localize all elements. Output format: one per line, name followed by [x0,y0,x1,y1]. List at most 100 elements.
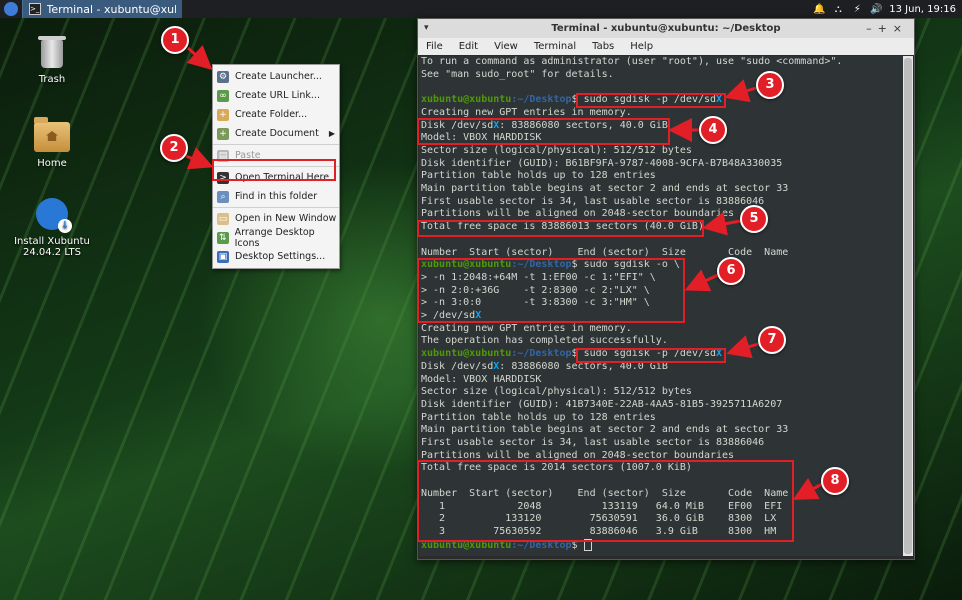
window-controls: –+× [866,19,908,38]
prompt-user: xubuntu@xubuntu [421,348,512,360]
clock[interactable]: 13 Jun, 19:16 [889,4,956,15]
minimize-icon[interactable]: – [866,22,878,35]
highlight-open-terminal [212,159,336,181]
highlight-result-table [417,460,794,542]
maximize-icon[interactable]: + [878,22,893,35]
output-line: Sector size (logical/physical): 512/512 … [421,386,692,398]
home-folder-icon [34,117,70,152]
desktop-icon-trash[interactable]: Trash [12,36,92,85]
arrange-icon: ⇅ [217,231,229,244]
prompt-user: xubuntu@xubuntu [421,94,512,106]
menu-item-label: Desktop Settings... [235,251,326,262]
output-line: Partition table holds up to 128 entries [421,411,656,423]
menu-item-label: Create Document [235,128,319,139]
terminal-titlebar[interactable]: ▾ Terminal - xubuntu@xubuntu: ~/Desktop … [418,19,914,38]
menu-help[interactable]: Help [622,41,661,52]
notification-bell-icon[interactable]: 🔔 [813,3,825,15]
annotation-badge-1: 1 [161,26,189,54]
taskbar-terminal-label: Terminal - xubuntu@xubunt... [46,2,176,16]
folder-icon: + [217,108,229,121]
trash-icon [38,36,66,68]
output-line: Main partition table begins at sector 2 … [421,424,789,436]
desktop-icon-home[interactable]: Home [12,117,92,169]
output-text: Disk /dev/sd [421,360,494,372]
output-line: Creating new GPT entries in memory. [421,322,632,334]
scrollbar-thumb[interactable] [904,58,912,554]
output-line: First usable sector is 34, last usable s… [421,437,765,448]
output-line: Partition table holds up to 128 entries [421,170,656,182]
system-tray: 🔔 ⛬ ⚡ 🔊 13 Jun, 19:16 [813,0,956,18]
output-line: The operation has completed successfully… [421,335,668,347]
network-icon[interactable]: ⛬ [832,3,844,15]
menu-separator [213,144,339,145]
output-line: Disk identifier (GUID): B61BF9FA-9787-40… [421,157,783,169]
menu-view[interactable]: View [486,41,526,52]
menu-tabs[interactable]: Tabs [584,41,622,52]
desktop-icon-label: Install Xubuntu 24.04.2 LTS [14,236,90,258]
power-icon[interactable]: ⚡ [851,3,863,15]
highlight-cmd1 [576,93,726,108]
menu-item-label: Create Folder... [235,109,308,120]
menu-item-label: Open in New Window [235,213,337,224]
menu-item-arrange-icons[interactable]: ⇅ Arrange Desktop Icons [213,226,339,249]
menu-item-create-document[interactable]: + Create Document ▶ [213,124,339,143]
desktop-icon-install[interactable]: ↓ Install Xubuntu 24.04.2 LTS [12,198,92,258]
annotation-badge-2: 2 [160,134,188,162]
menu-item-create-url-link[interactable]: ∞ Create URL Link... [213,86,339,105]
menu-terminal[interactable]: Terminal [526,41,584,52]
install-xubuntu-icon: ↓ [36,198,72,233]
close-icon[interactable]: × [893,22,908,35]
terminal-scrollbar[interactable] [903,56,913,556]
terminal-icon: >_ [29,3,41,15]
launcher-icon: ⚙ [217,70,229,83]
menu-item-find-in-folder[interactable]: ⌕ Find in this folder [213,187,339,206]
output-line: Partitions will be aligned on 2048-secto… [421,208,735,220]
document-icon: + [217,127,229,140]
output-line: Sector size (logical/physical): 512/512 … [421,144,692,156]
volume-icon[interactable]: 🔊 [870,3,882,15]
menu-item-create-folder[interactable]: + Create Folder... [213,105,339,124]
menu-item-label: Create Launcher... [235,71,322,82]
output-line: Model: VBOX HARDDISK [421,373,542,385]
highlight-free-space [417,220,704,237]
menu-item-open-new-window[interactable]: ▭ Open in New Window [213,209,339,228]
highlight-cmd3 [576,348,726,363]
menu-item-desktop-settings[interactable]: ▣ Desktop Settings... [213,247,339,266]
whisker-menu-icon[interactable] [4,2,18,16]
menu-item-label: Create URL Link... [235,90,320,101]
menu-separator [213,207,339,208]
annotation-badge-3: 3 [756,71,784,99]
menu-edit[interactable]: Edit [451,41,486,52]
settings-icon: ▣ [217,250,229,263]
top-panel: >_ Terminal - xubuntu@xubunt... 🔔 ⛬ ⚡ 🔊 … [0,0,962,19]
taskbar-terminal-button[interactable]: >_ Terminal - xubuntu@xubunt... [22,0,182,18]
menu-item-create-launcher[interactable]: ⚙ Create Launcher... [213,67,339,86]
submenu-arrow-icon: ▶ [328,129,335,138]
desktop-icon-label: Home [37,158,67,169]
menu-file[interactable]: File [418,41,451,52]
highlight-disk-info [417,118,670,145]
highlight-cmd2 [417,258,685,323]
prompt-path: :~/Desktop [511,94,572,106]
output-line: See "man sudo_root" for details. [421,68,614,80]
annotation-badge-8: 8 [821,467,849,495]
desktop-icon-label: Trash [38,74,66,85]
output-line: Main partition table begins at sector 2 … [421,183,789,194]
menu-item-label: Find in this folder [235,191,318,202]
search-icon: ⌕ [217,190,229,203]
menu-item-label: Arrange Desktop Icons [234,226,315,249]
annotation-badge-6: 6 [717,257,745,285]
output-line: Creating new GPT entries in memory. [421,106,632,118]
link-icon: ∞ [217,89,229,102]
annotation-badge-4: 4 [699,116,727,144]
annotation-badge-7: 7 [758,326,786,354]
output-line: First usable sector is 34, last usable s… [421,195,765,207]
window-menu-icon[interactable]: ▾ [424,19,429,38]
annotation-badge-5: 5 [740,205,768,233]
output-line: Disk identifier (GUID): 41B7340E-22AB-4A… [421,398,783,410]
terminal-menubar: File Edit View Terminal Tabs Help [418,38,914,55]
window-icon: ▭ [217,212,229,225]
prompt-path: :~/Desktop [511,348,572,360]
output-line: To run a command as administrator (user … [421,56,843,67]
terminal-title: Terminal - xubuntu@xubuntu: ~/Desktop [551,23,781,34]
